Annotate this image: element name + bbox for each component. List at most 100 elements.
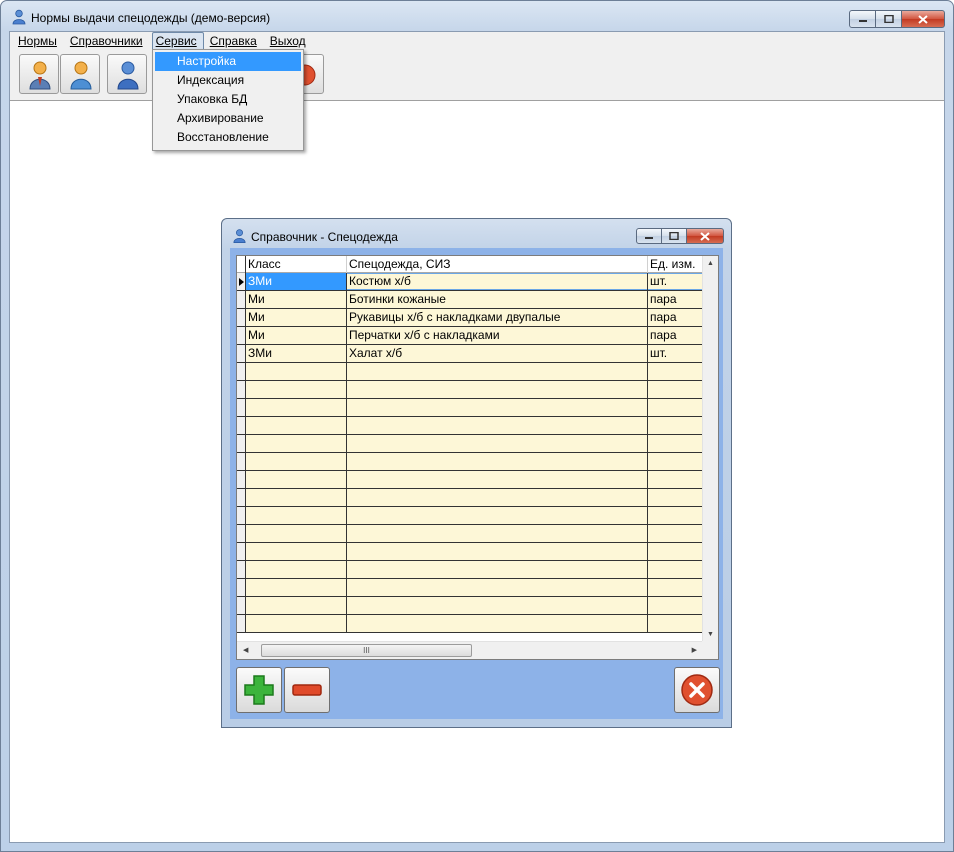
remove-button[interactable] [284,667,330,713]
menu-item-upakovka-bd[interactable]: Упаковка БД [155,90,301,109]
menu-normy[interactable]: Нормы [14,32,64,51]
cell-unit[interactable] [648,597,703,614]
row-indicator[interactable] [237,309,246,326]
cell-class[interactable] [246,471,347,488]
toolbar-button-2[interactable] [60,54,100,94]
cell-class[interactable] [246,453,347,470]
maximize-button[interactable] [875,10,902,28]
cell-item[interactable] [347,543,648,560]
table-row[interactable] [237,507,703,525]
dialog-close-button[interactable] [686,228,724,244]
horizontal-scroll-thumb[interactable]: III [261,644,472,657]
menu-item-vosstanovlenie[interactable]: Восстановление [155,128,301,147]
cell-class[interactable] [246,381,347,398]
row-indicator[interactable] [237,561,246,578]
scroll-up-arrow-icon[interactable]: ▲ [707,260,714,267]
row-indicator[interactable] [237,489,246,506]
cell-class[interactable] [246,417,347,434]
cell-item[interactable] [347,507,648,524]
row-indicator[interactable] [237,435,246,452]
vertical-scrollbar[interactable]: ▲ ▼ [702,256,718,642]
dialog-minimize-button[interactable] [636,228,662,244]
cell-class[interactable] [246,597,347,614]
scroll-right-arrow-icon[interactable]: ▶ [692,646,697,654]
cell-unit[interactable] [648,435,703,452]
cell-unit[interactable] [648,363,703,380]
cell-item[interactable] [347,579,648,596]
cell-unit[interactable] [648,543,703,560]
scroll-left-arrow-icon[interactable]: ◀ [243,646,248,654]
cell-unit[interactable]: пара [648,291,703,308]
cell-unit[interactable] [648,471,703,488]
row-indicator[interactable] [237,363,246,380]
table-row[interactable]: Ми Перчатки х/б с накладками пара [237,327,703,345]
row-indicator[interactable] [237,615,246,632]
cell-unit[interactable] [648,489,703,506]
cell-unit[interactable] [648,453,703,470]
cell-class[interactable]: Ми [246,291,347,308]
cell-item[interactable] [347,435,648,452]
data-grid[interactable]: Класс Спецодежда, СИЗ Ед. изм. ЗМи Костюм… [236,255,719,660]
cell-class[interactable] [246,435,347,452]
cell-class[interactable]: Ми [246,327,347,344]
cell-unit[interactable] [648,525,703,542]
cell-unit[interactable]: пара [648,309,703,326]
cell-class[interactable] [246,507,347,524]
table-row[interactable]: ЗМи Костюм х/б шт. [237,273,703,291]
cell-item[interactable] [347,471,648,488]
cell-unit[interactable] [648,561,703,578]
cell-unit[interactable] [648,615,703,632]
title-bar[interactable]: Нормы выдачи спецодежды (демо-версия) [1,1,953,31]
cell-item[interactable]: Ботинки кожаные [347,291,648,308]
toolbar-button-3[interactable] [107,54,147,94]
cell-class[interactable] [246,363,347,380]
cell-class[interactable] [246,615,347,632]
cell-item[interactable]: Халат х/б [347,345,648,362]
cell-unit[interactable] [648,381,703,398]
cell-class[interactable]: Ми [246,309,347,326]
close-button[interactable] [901,10,945,28]
row-indicator[interactable] [237,453,246,470]
minimize-button[interactable] [849,10,876,28]
table-row[interactable]: Ми Ботинки кожаные пара [237,291,703,309]
cell-unit[interactable]: шт. [648,273,703,290]
row-indicator[interactable] [237,579,246,596]
cell-item[interactable] [347,489,648,506]
row-indicator[interactable] [237,399,246,416]
cell-item[interactable] [347,615,648,632]
table-row[interactable] [237,453,703,471]
row-indicator-arrow-icon[interactable] [237,273,246,290]
table-row[interactable] [237,489,703,507]
table-row[interactable]: Ми Рукавицы х/б с накладками двупалые пара [237,309,703,327]
column-header-item[interactable]: Спецодежда, СИЗ [347,256,648,273]
cell-unit[interactable] [648,399,703,416]
cell-class[interactable]: ЗМи [246,273,347,290]
row-indicator[interactable] [237,471,246,488]
dialog-exit-button[interactable] [674,667,720,713]
table-row[interactable] [237,363,703,381]
cell-unit[interactable] [648,417,703,434]
table-row[interactable] [237,561,703,579]
cell-class[interactable] [246,543,347,560]
table-row[interactable] [237,471,703,489]
table-row[interactable] [237,417,703,435]
cell-item[interactable] [347,525,648,542]
table-row[interactable]: ЗМи Халат х/б шт. [237,345,703,363]
menu-item-indeksaciya[interactable]: Индексация [155,71,301,90]
cell-class[interactable] [246,579,347,596]
table-row[interactable] [237,525,703,543]
cell-class[interactable] [246,399,347,416]
cell-class[interactable] [246,525,347,542]
cell-item[interactable] [347,417,648,434]
row-indicator[interactable] [237,597,246,614]
cell-class[interactable]: ЗМи [246,345,347,362]
row-indicator[interactable] [237,543,246,560]
table-row[interactable] [237,579,703,597]
row-indicator[interactable] [237,291,246,308]
cell-item[interactable] [347,381,648,398]
cell-unit[interactable]: шт. [648,345,703,362]
table-row[interactable] [237,435,703,453]
cell-unit[interactable]: пара [648,327,703,344]
toolbar-button-1[interactable] [19,54,59,94]
cell-item[interactable] [347,399,648,416]
